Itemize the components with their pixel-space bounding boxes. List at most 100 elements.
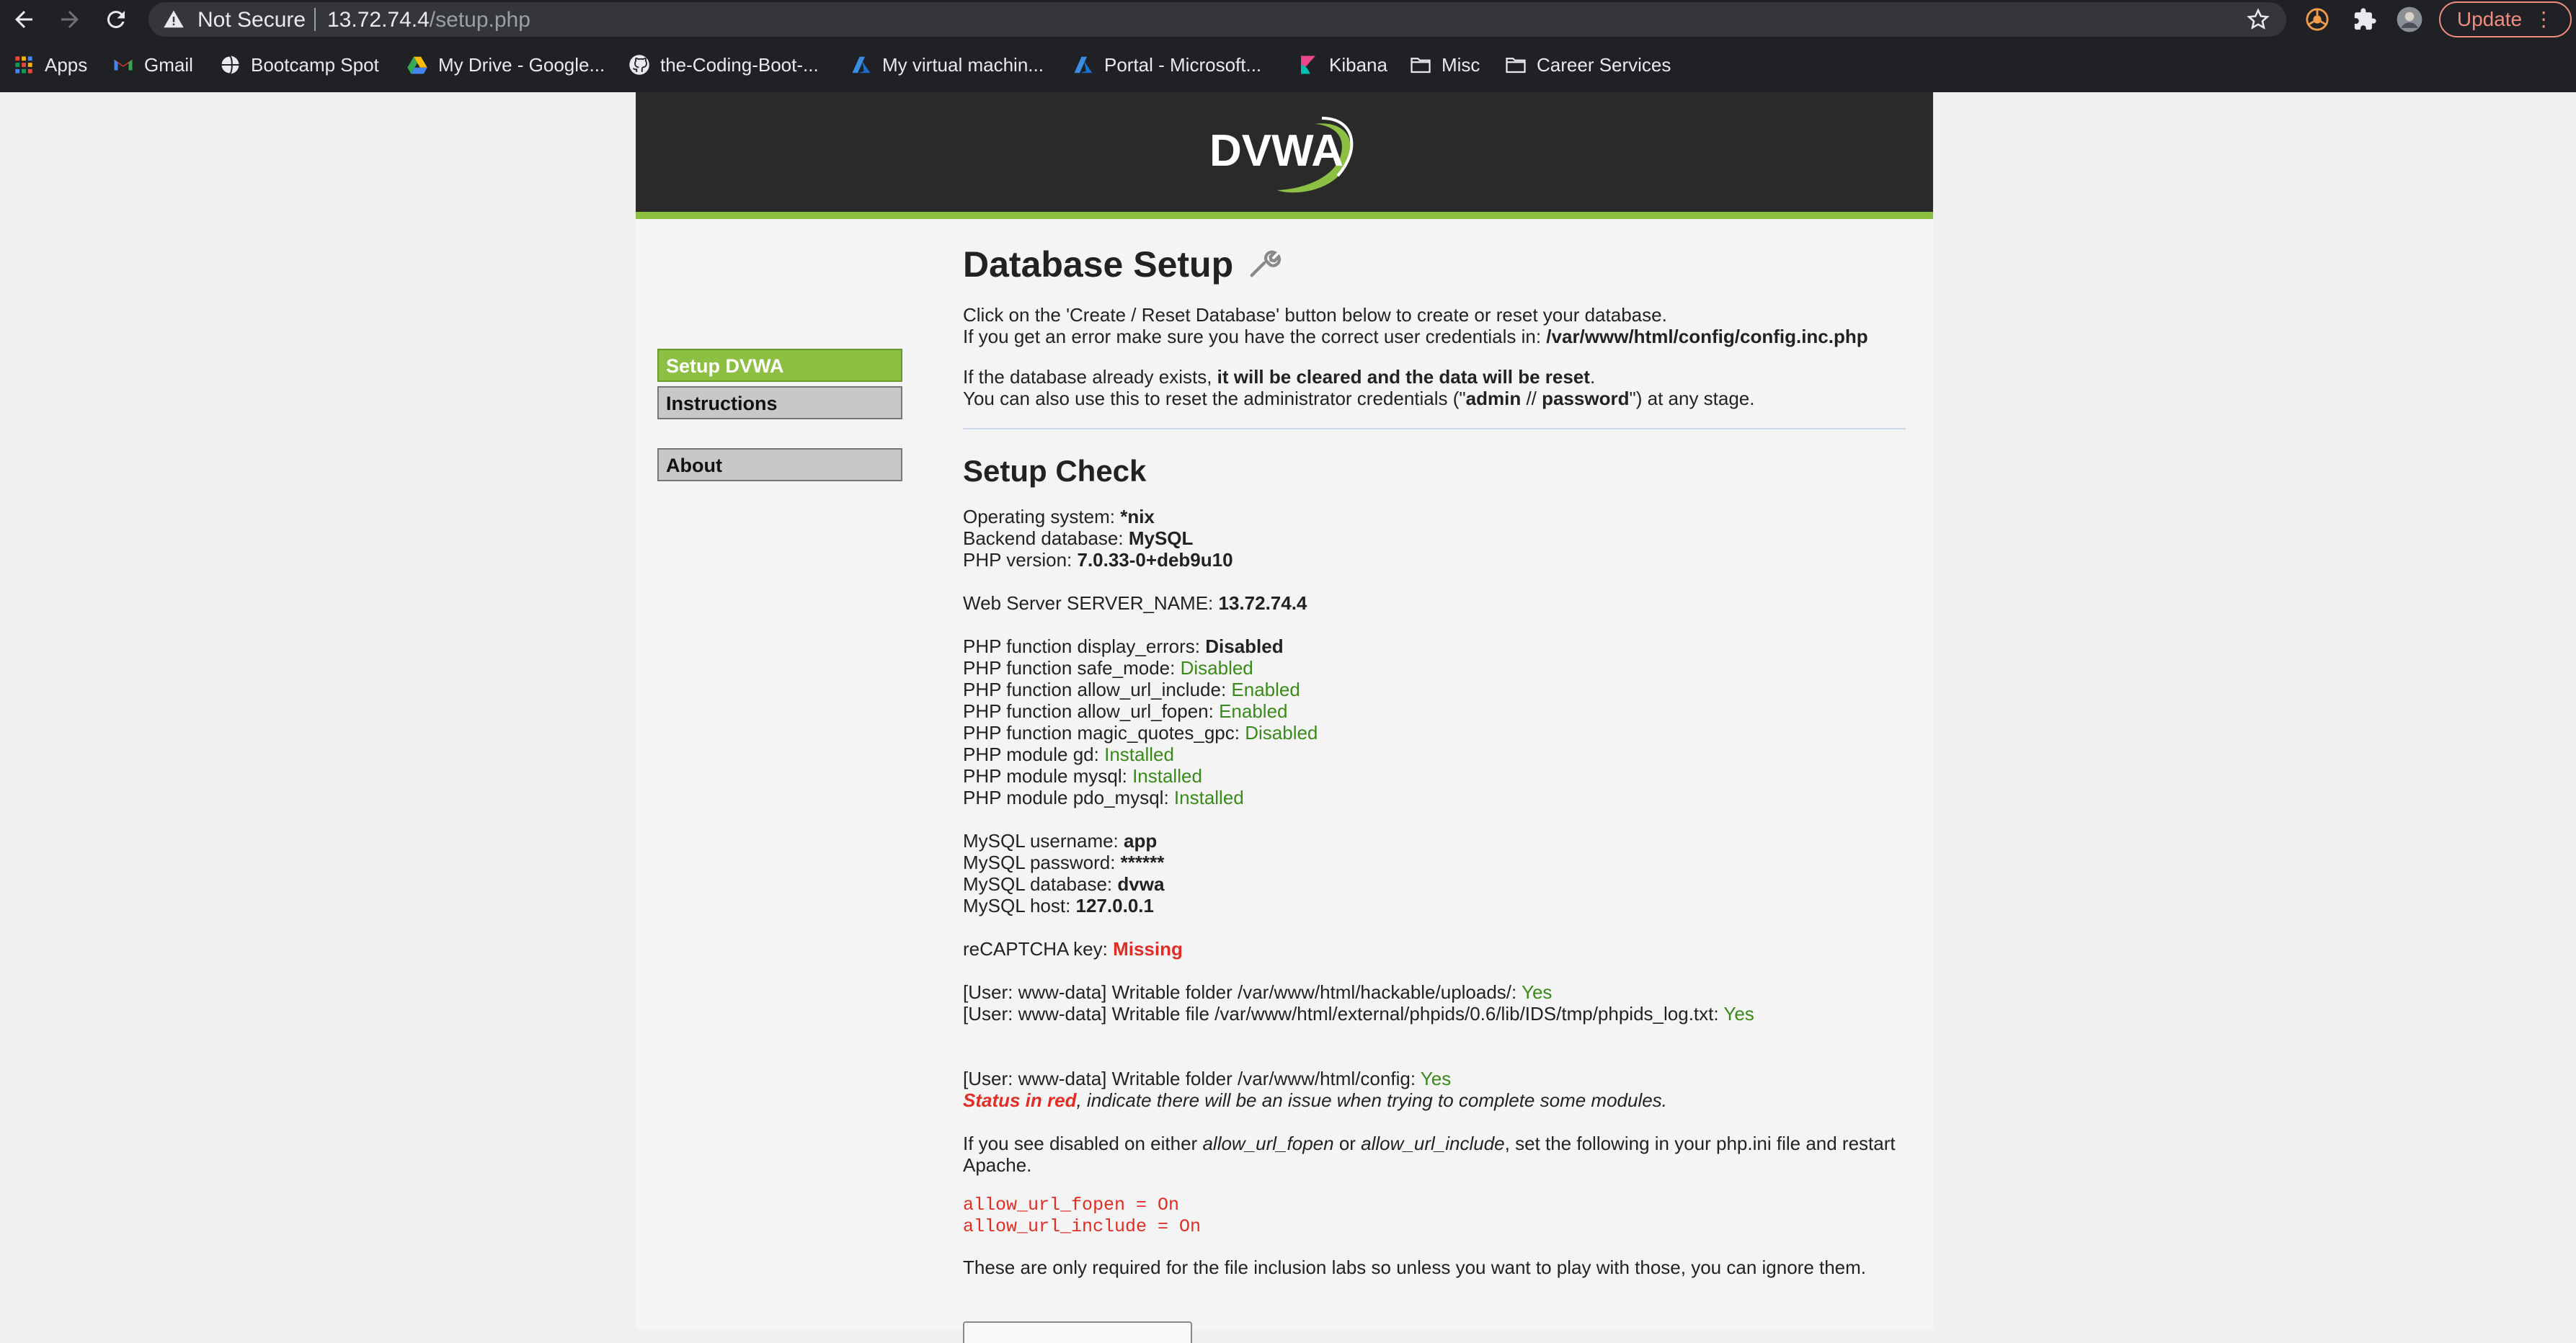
note-text: If you see disabled on either <box>963 1133 1203 1154</box>
kibana-icon <box>1297 54 1319 76</box>
bookmark-kibana[interactable]: Kibana <box>1297 52 1387 78</box>
check-label: reCAPTCHA key: <box>963 938 1114 960</box>
check-label: Backend database: <box>963 527 1129 549</box>
reload-icon[interactable] <box>99 3 133 36</box>
check-writable-uploads: [User: www-data] Writable folder /var/ww… <box>963 981 1552 1003</box>
create-reset-database-button[interactable] <box>963 1321 1192 1343</box>
check-value: Enabled <box>1231 679 1300 700</box>
bookmark-label: Gmail <box>144 53 193 76</box>
bookmark-star-icon[interactable] <box>2246 7 2270 32</box>
bookmark-azure-portal[interactable]: Portal - Microsoft... <box>1072 52 1261 78</box>
menu-item-setup-dvwa[interactable]: Setup DVWA <box>657 349 902 382</box>
intro-line-2: If you get an error make sure you have t… <box>963 326 1868 347</box>
page-title-text: Database Setup <box>963 244 1234 285</box>
bookmark-label: Bootcamp Spot <box>251 53 379 76</box>
update-button[interactable]: Update ⋮ <box>2439 1 2572 37</box>
site-header: DVWA <box>636 92 1933 212</box>
check-allow-url-fopen: PHP function allow_url_fopen: Enabled <box>963 700 1288 722</box>
code-allow-url-fopen: allow_url_fopen = On <box>963 1195 1180 1215</box>
setup-check-heading: Setup Check <box>963 454 1147 488</box>
url-text[interactable]: 13.72.74.4/setup.php <box>327 8 530 32</box>
wrench-icon <box>1250 250 1282 277</box>
check-value: Yes <box>1723 1003 1754 1025</box>
check-value: Disabled <box>1180 657 1253 679</box>
section-divider <box>963 428 1906 429</box>
forward-icon[interactable] <box>53 3 86 36</box>
bookmark-label: My Drive - Google... <box>438 53 605 76</box>
check-mysql-username: MySQL username: app <box>963 830 1157 852</box>
file-inclusion-note: These are only required for the file inc… <box>963 1257 1867 1278</box>
bookmark-google-drive[interactable]: My Drive - Google... <box>407 52 605 78</box>
config-path: /var/www/html/config/config.inc.php <box>1546 326 1868 347</box>
check-value: Disabled <box>1205 635 1284 657</box>
bookmark-bootcamp-spot[interactable]: Bootcamp Spot <box>219 52 379 78</box>
check-display-errors: PHP function display_errors: Disabled <box>963 635 1284 657</box>
check-writable-phpids-log: [User: www-data] Writable file /var/www/… <box>963 1003 1754 1025</box>
status-red-text: Status in red <box>963 1089 1077 1111</box>
bookmark-label: the-Coding-Boot-... <box>660 53 819 76</box>
setting-name: allow_url_fopen <box>1202 1133 1334 1154</box>
check-label: [User: www-data] Writable file /var/www/… <box>963 1003 1724 1025</box>
check-recaptcha: reCAPTCHA key: Missing <box>963 938 1183 960</box>
url-host: 13.72.74.4 <box>327 8 430 32</box>
check-mysql-host: MySQL host: 127.0.0.1 <box>963 895 1154 916</box>
security-label[interactable]: Not Secure <box>197 8 306 32</box>
bookmark-apps[interactable]: Apps <box>13 52 87 78</box>
check-label: [User: www-data] Writable folder /var/ww… <box>963 1068 1421 1089</box>
bookmark-github[interactable]: the-Coding-Boot-... <box>629 52 819 78</box>
warning-text: it will be cleared and the data will be … <box>1217 366 1590 388</box>
admin-password: password <box>1542 388 1630 409</box>
check-label: PHP module pdo_mysql: <box>963 787 1174 808</box>
check-mysql-password: MySQL password: ****** <box>963 852 1164 873</box>
status-note-text: , indicate there will be an issue when t… <box>1076 1089 1667 1111</box>
bookmark-label: Misc <box>1442 53 1480 76</box>
check-server-name: Web Server SERVER_NAME: 13.72.74.4 <box>963 592 1307 614</box>
azure-icon <box>1072 54 1094 76</box>
check-safe-mode: PHP function safe_mode: Disabled <box>963 657 1253 679</box>
bookmark-label: My virtual machin... <box>882 53 1044 76</box>
check-value: Yes <box>1420 1068 1452 1089</box>
intro-text: If you get an error make sure you have t… <box>963 326 1547 347</box>
more-menu-icon: ⋮ <box>2533 8 2554 30</box>
back-icon[interactable] <box>7 3 40 36</box>
warning-icon <box>164 10 184 28</box>
bookmark-folder-misc[interactable]: Misc <box>1410 52 1480 78</box>
check-label: PHP function allow_url_include: <box>963 679 1232 700</box>
check-label: MySQL host: <box>963 895 1076 916</box>
intro-text: If the database already exists, <box>963 366 1217 388</box>
google-drive-icon <box>407 54 428 76</box>
update-label: Update <box>2456 8 2523 30</box>
check-module-mysql: PHP module mysql: Installed <box>963 765 1202 787</box>
intro-line-3: If the database already exists, it will … <box>963 366 1595 388</box>
header-accent-bar <box>636 212 1933 219</box>
check-label: Web Server SERVER_NAME: <box>963 592 1219 614</box>
browser-chrome: Not Secure 13.72.74.4/setup.php Update ⋮… <box>0 0 2576 92</box>
apps-grid-icon <box>13 54 35 76</box>
check-value: 7.0.33-0+deb9u10 <box>1077 549 1233 571</box>
check-value: Disabled <box>1245 722 1318 744</box>
bookmark-label: Kibana <box>1329 53 1387 76</box>
intro-text: . <box>1589 366 1596 388</box>
bookmark-virtual-machine[interactable]: My virtual machin... <box>850 52 1044 78</box>
address-bar[interactable]: Not Secure 13.72.74.4/setup.php <box>148 2 2286 37</box>
check-value-missing: Missing <box>1113 938 1183 960</box>
profile-avatar-icon[interactable] <box>2396 6 2423 33</box>
bookmark-folder-career-services[interactable]: Career Services <box>1505 52 1671 78</box>
check-label: MySQL database: <box>963 873 1118 895</box>
menu-item-about[interactable]: About <box>657 448 902 481</box>
bookmark-gmail[interactable]: Gmail <box>112 52 193 78</box>
check-label: MySQL password: <box>963 852 1121 873</box>
check-value: Installed <box>1173 787 1244 808</box>
extension-chrome-icon[interactable] <box>2304 6 2331 33</box>
check-value: dvwa <box>1117 873 1165 895</box>
check-php-version: PHP version: 7.0.33-0+deb9u10 <box>963 549 1233 571</box>
menu-item-instructions[interactable]: Instructions <box>657 386 902 419</box>
check-module-pdo-mysql: PHP module pdo_mysql: Installed <box>963 787 1244 808</box>
admin-user: admin <box>1465 388 1522 409</box>
bookmark-label: Career Services <box>1537 53 1671 76</box>
check-mysql-database: MySQL database: dvwa <box>963 873 1164 895</box>
check-value: Enabled <box>1219 700 1288 722</box>
dvwa-page: DVWA Setup DVWA Instructions About Datab… <box>636 92 1933 1343</box>
extensions-puzzle-icon[interactable] <box>2351 6 2379 33</box>
check-value: Yes <box>1522 981 1553 1003</box>
